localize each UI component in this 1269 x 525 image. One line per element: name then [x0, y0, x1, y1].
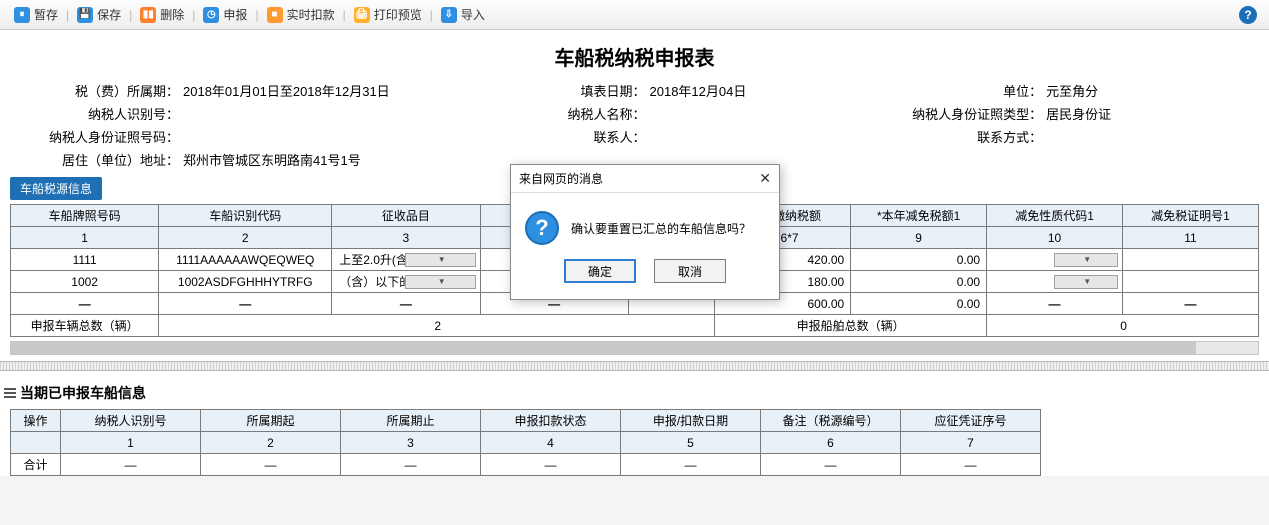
horizontal-scrollbar[interactable] — [10, 341, 1259, 355]
section2-title-text: 当期已申报车船信息 — [20, 383, 146, 403]
page-title: 车船税纳税申报表 — [0, 36, 1269, 81]
toolbar-申报[interactable]: ◷申报 — [197, 6, 253, 23]
id-no-label: 纳税人身份证照号码： — [18, 127, 183, 146]
col-header: 减免性质代码1 — [987, 205, 1123, 227]
tax-period-value: 2018年01月01日至2018年12月31日 — [183, 81, 530, 100]
toolbar-label: 申报 — [223, 6, 247, 23]
question-icon: ? — [525, 211, 559, 245]
toolbar-label: 打印预览 — [374, 6, 422, 23]
toolbar-暂存[interactable]: ⏸暂存 — [8, 6, 64, 23]
tax-period-label: 税（费）所属期： — [18, 81, 183, 100]
contact-value — [650, 127, 887, 146]
close-icon[interactable]: ✕ — [759, 170, 771, 187]
summary-row: 申报车辆总数（辆）2申报船舶总数（辆）0 — [11, 315, 1259, 337]
dropdown[interactable]: 上至2.0升(含)以▼ — [336, 251, 475, 268]
fill-date-label: 填表日期： — [530, 81, 650, 100]
id-type-value: 居民身份证 — [1046, 104, 1251, 123]
cancel-button[interactable]: 取消 — [654, 259, 726, 283]
dialog-message: 确认要重置已汇总的车船信息吗？ — [571, 220, 751, 237]
col-header: 征收品目 — [332, 205, 480, 227]
toolbar-导入[interactable]: ⇩导入 — [435, 6, 491, 23]
toolbar-label: 暂存 — [34, 6, 58, 23]
toolbar-label: 实时扣款 — [287, 6, 335, 23]
phone-value — [1046, 127, 1251, 146]
toolbar-打印预览[interactable]: 🖨打印预览 — [348, 6, 428, 23]
list-icon — [4, 387, 16, 399]
unit-value: 元至角分 — [1046, 81, 1251, 100]
toolbar-label: 保存 — [97, 6, 121, 23]
id-type-label: 纳税人身份证照类型： — [886, 104, 1046, 123]
confirm-dialog: 来自网页的消息 ✕ ? 确认要重置已汇总的车船信息吗？ 确定 取消 — [510, 164, 780, 300]
toolbar-icon: 🖨 — [354, 7, 370, 23]
toolbar-label: 删除 — [160, 6, 184, 23]
dropdown[interactable]: （含）以下的乘▼ — [336, 273, 475, 290]
toolbar: ⏸暂存|💾保存|▮▮删除|◷申报|■实时扣款|🖨打印预览|⇩导入? — [0, 0, 1269, 30]
contact-label: 联系人： — [530, 127, 650, 146]
total-label: 合计 — [11, 454, 61, 476]
section-tab-source[interactable]: 车船税源信息 — [10, 177, 102, 200]
toolbar-实时扣款[interactable]: ■实时扣款 — [261, 6, 341, 23]
toolbar-icon: ▮▮ — [140, 7, 156, 23]
col-header: 车船牌照号码 — [11, 205, 159, 227]
address-label: 居住（单位）地址： — [18, 150, 183, 169]
toolbar-删除[interactable]: ▮▮删除 — [134, 6, 190, 23]
col-header: *本年减免税额1 — [851, 205, 987, 227]
phone-label: 联系方式： — [886, 127, 1046, 146]
section2-title: 当期已申报车船信息 — [0, 377, 1269, 409]
dropdown[interactable]: ▼ — [991, 275, 1118, 289]
ok-button[interactable]: 确定 — [564, 259, 636, 283]
toolbar-label: 导入 — [461, 6, 485, 23]
unit-label: 单位： — [886, 81, 1046, 100]
fill-date-value: 2018年12月04日 — [650, 81, 887, 100]
taxpayer-name-value — [650, 104, 887, 123]
id-no-value — [183, 127, 530, 146]
toolbar-icon: 💾 — [77, 7, 93, 23]
toolbar-icon: ⇩ — [441, 7, 457, 23]
toolbar-icon: ◷ — [203, 7, 219, 23]
chevron-down-icon: ▼ — [405, 253, 476, 267]
col-header: 车船识别代码 — [159, 205, 332, 227]
form-header: 税（费）所属期： 2018年01月01日至2018年12月31日 填表日期： 2… — [0, 81, 1269, 177]
toolbar-保存[interactable]: 💾保存 — [71, 6, 127, 23]
dropdown[interactable]: ▼ — [991, 253, 1118, 267]
declared-grid: 操作纳税人识别号所属期起所属期止申报扣款状态申报/扣款日期备注（税源编号）应征凭… — [10, 409, 1041, 476]
toolbar-icon: ⏸ — [14, 7, 30, 23]
section-divider — [0, 361, 1269, 371]
taxpayer-id-value — [183, 104, 530, 123]
toolbar-icon: ■ — [267, 7, 283, 23]
dialog-title: 来自网页的消息 — [519, 170, 603, 187]
taxpayer-id-label: 纳税人识别号： — [18, 104, 183, 123]
chevron-down-icon: ▼ — [1054, 275, 1118, 289]
taxpayer-name-label: 纳税人名称： — [530, 104, 650, 123]
chevron-down-icon: ▼ — [1054, 253, 1118, 267]
total-row: 合计 — — — — — — — — [11, 454, 1041, 476]
help-icon[interactable]: ? — [1239, 6, 1257, 24]
chevron-down-icon: ▼ — [405, 275, 476, 289]
col-header: 减免税证明号1 — [1122, 205, 1258, 227]
